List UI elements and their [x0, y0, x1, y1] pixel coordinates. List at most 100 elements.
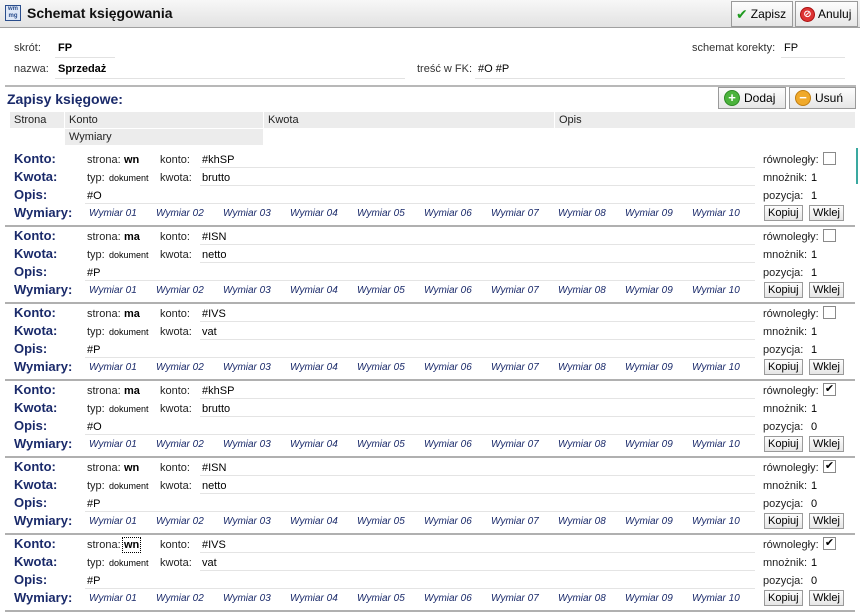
kwota-field[interactable]: brutto [202, 403, 230, 415]
remove-button[interactable]: − Usuń [789, 87, 856, 109]
paste-button[interactable]: Wklej [809, 513, 844, 529]
kwota-field[interactable]: netto [202, 480, 226, 492]
dimension-link[interactable]: Wymiar 03 [223, 516, 271, 527]
dimension-link[interactable]: Wymiar 04 [290, 362, 338, 373]
dimension-link[interactable]: Wymiar 08 [558, 593, 606, 604]
copy-button[interactable]: Kopiuj [764, 205, 803, 221]
dimension-link[interactable]: Wymiar 04 [290, 516, 338, 527]
dimension-link[interactable]: Wymiar 03 [223, 208, 271, 219]
pozycja-field[interactable]: 1 [811, 267, 817, 279]
dimension-link[interactable]: Wymiar 03 [223, 593, 271, 604]
dimension-link[interactable]: Wymiar 05 [357, 208, 405, 219]
rownolegly-checkbox[interactable]: ✔ [823, 383, 836, 396]
column-header-konto[interactable]: Konto [65, 112, 263, 128]
mnoznik-field[interactable]: 1 [811, 403, 817, 415]
pozycja-field[interactable]: 1 [811, 344, 817, 356]
dimension-link[interactable]: Wymiar 09 [625, 593, 673, 604]
dimension-link[interactable]: Wymiar 09 [625, 285, 673, 296]
dimension-link[interactable]: Wymiar 04 [290, 285, 338, 296]
konto-field[interactable]: #IVS [202, 308, 226, 320]
add-button[interactable]: + Dodaj [718, 87, 786, 109]
paste-button[interactable]: Wklej [809, 359, 844, 375]
copy-button[interactable]: Kopiuj [764, 436, 803, 452]
kwota-field[interactable]: netto [202, 249, 226, 261]
mnoznik-field[interactable]: 1 [811, 326, 817, 338]
dimension-link[interactable]: Wymiar 09 [625, 439, 673, 450]
dimension-link[interactable]: Wymiar 06 [424, 362, 472, 373]
dimension-link[interactable]: Wymiar 07 [491, 439, 539, 450]
dimension-link[interactable]: Wymiar 06 [424, 285, 472, 296]
pozycja-field[interactable]: 1 [811, 190, 817, 202]
strona-field[interactable]: wn [124, 154, 139, 166]
dimension-link[interactable]: Wymiar 08 [558, 285, 606, 296]
dimension-link[interactable]: Wymiar 04 [290, 439, 338, 450]
dimension-link[interactable]: Wymiar 09 [625, 208, 673, 219]
dimension-link[interactable]: Wymiar 07 [491, 285, 539, 296]
column-header-opis[interactable]: Opis [555, 112, 855, 128]
dimension-link[interactable]: Wymiar 02 [156, 593, 204, 604]
dimension-link[interactable]: Wymiar 01 [89, 516, 137, 527]
pozycja-field[interactable]: 0 [811, 421, 817, 433]
dimension-link[interactable]: Wymiar 03 [223, 362, 271, 373]
dimension-link[interactable]: Wymiar 06 [424, 593, 472, 604]
copy-button[interactable]: Kopiuj [764, 282, 803, 298]
dimension-link[interactable]: Wymiar 10 [692, 208, 740, 219]
dimension-link[interactable]: Wymiar 10 [692, 516, 740, 527]
opis-field[interactable]: #P [87, 344, 100, 356]
dimension-link[interactable]: Wymiar 06 [424, 208, 472, 219]
copy-button[interactable]: Kopiuj [764, 590, 803, 606]
dimension-link[interactable]: Wymiar 10 [692, 593, 740, 604]
kwota-field[interactable]: vat [202, 557, 217, 569]
konto-field[interactable]: #IVS [202, 539, 226, 551]
strona-field[interactable]: ma [124, 308, 140, 320]
dimension-link[interactable]: Wymiar 05 [357, 439, 405, 450]
rownolegly-checkbox[interactable] [823, 152, 836, 165]
mnoznik-field[interactable]: 1 [811, 249, 817, 261]
pozycja-field[interactable]: 0 [811, 498, 817, 510]
rownolegly-checkbox[interactable] [823, 306, 836, 319]
tresc-field[interactable]: #O #P [478, 63, 509, 75]
typ-field[interactable]: dokument [109, 173, 149, 183]
dimension-link[interactable]: Wymiar 06 [424, 516, 472, 527]
strona-field[interactable]: wn [124, 462, 139, 474]
kwota-field[interactable]: vat [202, 326, 217, 338]
dimension-link[interactable]: Wymiar 10 [692, 285, 740, 296]
dimension-link[interactable]: Wymiar 02 [156, 362, 204, 373]
typ-field[interactable]: dokument [109, 404, 149, 414]
dimension-link[interactable]: Wymiar 07 [491, 593, 539, 604]
skrot-field[interactable]: FP [58, 42, 72, 54]
mnoznik-field[interactable]: 1 [811, 172, 817, 184]
konto-field[interactable]: #khSP [202, 385, 234, 397]
strona-field[interactable]: ma [124, 385, 140, 397]
rownolegly-checkbox[interactable] [823, 229, 836, 242]
opis-field[interactable]: #P [87, 498, 100, 510]
dimension-link[interactable]: Wymiar 02 [156, 208, 204, 219]
nazwa-field[interactable]: Sprzedaż [58, 63, 106, 75]
column-header-wymiary[interactable]: Wymiary [65, 129, 263, 145]
strona-field[interactable]: wn [121, 537, 142, 553]
dimension-link[interactable]: Wymiar 07 [491, 516, 539, 527]
opis-field[interactable]: #P [87, 575, 100, 587]
dimension-link[interactable]: Wymiar 08 [558, 208, 606, 219]
column-header-kwota[interactable]: Kwota [264, 112, 554, 128]
typ-field[interactable]: dokument [109, 250, 149, 260]
mnoznik-field[interactable]: 1 [811, 557, 817, 569]
copy-button[interactable]: Kopiuj [764, 359, 803, 375]
dimension-link[interactable]: Wymiar 03 [223, 439, 271, 450]
dimension-link[interactable]: Wymiar 05 [357, 593, 405, 604]
column-header-strona[interactable]: Strona [10, 112, 64, 128]
dimension-link[interactable]: Wymiar 10 [692, 439, 740, 450]
dimension-link[interactable]: Wymiar 08 [558, 439, 606, 450]
typ-field[interactable]: dokument [109, 558, 149, 568]
dimension-link[interactable]: Wymiar 01 [89, 285, 137, 296]
dimension-link[interactable]: Wymiar 03 [223, 285, 271, 296]
dimension-link[interactable]: Wymiar 10 [692, 362, 740, 373]
rownolegly-checkbox[interactable]: ✔ [823, 460, 836, 473]
opis-field[interactable]: #O [87, 421, 102, 433]
dimension-link[interactable]: Wymiar 08 [558, 362, 606, 373]
paste-button[interactable]: Wklej [809, 282, 844, 298]
rownolegly-checkbox[interactable]: ✔ [823, 537, 836, 550]
dimension-link[interactable]: Wymiar 04 [290, 593, 338, 604]
strona-field[interactable]: ma [124, 231, 140, 243]
dimension-link[interactable]: Wymiar 09 [625, 362, 673, 373]
